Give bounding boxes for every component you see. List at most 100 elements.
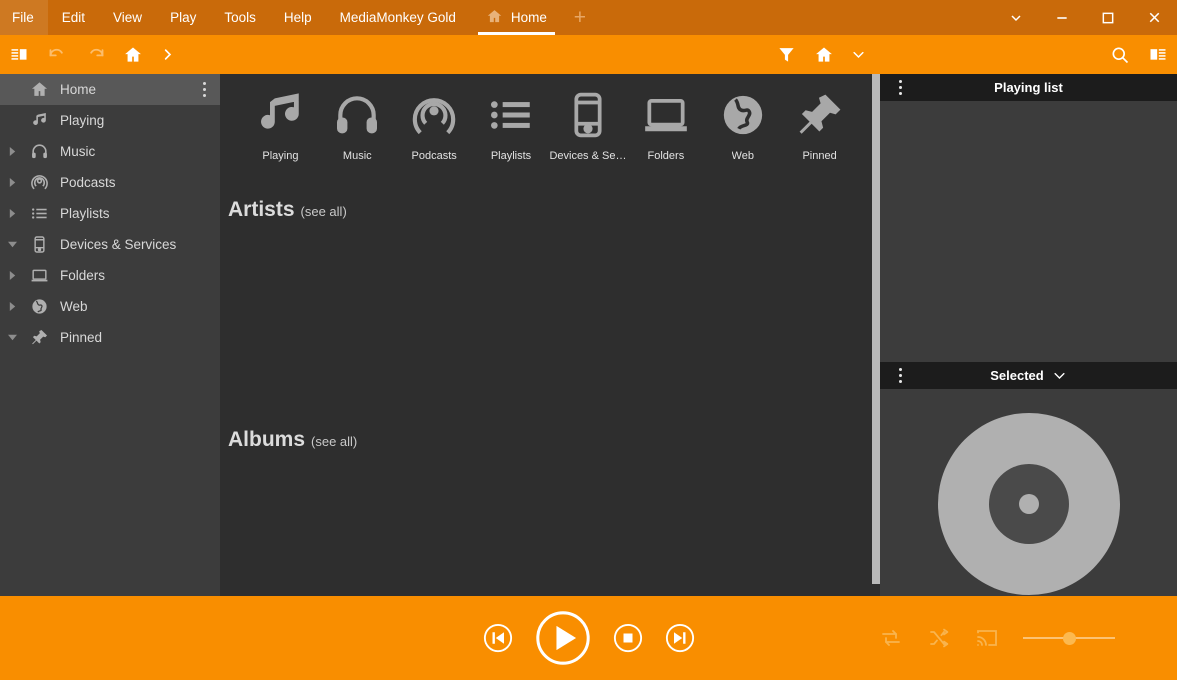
sidebar-item-folders[interactable]: Folders	[0, 260, 220, 291]
undo-icon[interactable]	[38, 35, 76, 74]
quick-access-tiles: Playing Music Podcasts	[220, 74, 880, 162]
artists-section-body	[220, 222, 880, 392]
sidebar-item-devices-services[interactable]: Devices & Services	[0, 229, 220, 260]
tile-label: Podcasts	[412, 150, 457, 162]
menu-mediamonkey-gold[interactable]: MediaMonkey Gold	[326, 0, 470, 35]
menu-help[interactable]: Help	[270, 0, 326, 35]
minimize-button[interactable]	[1039, 0, 1085, 35]
globe-icon	[718, 88, 768, 140]
sidebar-item-music[interactable]: Music	[0, 136, 220, 167]
redo-icon[interactable]	[76, 35, 114, 74]
phone-icon	[24, 229, 54, 260]
volume-slider[interactable]	[1023, 630, 1115, 646]
search-icon[interactable]	[1101, 35, 1139, 74]
tile-podcasts[interactable]: Podcasts	[396, 88, 473, 162]
playing-list-kebab-icon[interactable]	[892, 74, 908, 101]
menu-tools[interactable]: Tools	[210, 0, 270, 35]
tab-home[interactable]: Home	[470, 0, 563, 35]
albums-section-header: Albums (see all)	[220, 428, 880, 452]
tile-devices-services[interactable]: Devices & Ser…	[549, 88, 627, 162]
chevron-right-icon[interactable]	[0, 260, 24, 291]
menu-view[interactable]: View	[99, 0, 156, 35]
section-title: Artists	[228, 198, 295, 222]
chevron-down-icon[interactable]	[1052, 368, 1067, 383]
home-content-area: Playing Music Podcasts	[220, 74, 880, 596]
section-title: Albums	[228, 428, 305, 452]
shuffle-icon[interactable]	[927, 626, 951, 650]
vinyl-record-placeholder-icon	[938, 413, 1120, 600]
add-tab-button[interactable]: +	[563, 0, 597, 35]
tile-folders[interactable]: Folders	[627, 88, 704, 162]
tile-playlists[interactable]: Playlists	[473, 88, 550, 162]
tile-label: Playing	[262, 150, 298, 162]
filter-icon[interactable]	[767, 35, 805, 74]
artists-section-header: Artists (see all)	[220, 198, 880, 222]
chevron-right-icon[interactable]	[0, 167, 24, 198]
sidebar-item-web[interactable]: Web	[0, 291, 220, 322]
sidebar-item-label: Podcasts	[54, 175, 116, 190]
artists-see-all-link[interactable]: (see all)	[301, 204, 347, 219]
tile-pinned[interactable]: Pinned	[781, 88, 858, 162]
podcast-icon	[24, 167, 54, 198]
laptop-icon	[641, 88, 691, 140]
sidebar-item-playing[interactable]: Playing	[0, 105, 220, 136]
volume-thumb[interactable]	[1063, 632, 1076, 645]
previous-button[interactable]	[483, 623, 513, 653]
chevron-down-icon[interactable]	[0, 322, 24, 353]
sidebar-item-label: Music	[54, 144, 95, 159]
chevron-down-icon[interactable]	[0, 229, 24, 260]
chevron-right-icon[interactable]	[0, 136, 24, 167]
chevron-right-icon[interactable]	[152, 35, 182, 74]
close-button[interactable]	[1131, 0, 1177, 35]
selected-kebab-icon[interactable]	[892, 362, 908, 389]
tile-label: Playlists	[491, 150, 531, 162]
selected-header: Selected	[880, 362, 1177, 389]
tile-web[interactable]: Web	[704, 88, 781, 162]
scrollbar-thumb[interactable]	[872, 74, 880, 584]
cast-icon[interactable]	[975, 626, 999, 650]
sidebar-item-label: Folders	[54, 268, 105, 283]
music-note-icon	[255, 88, 305, 140]
chevron-down-icon[interactable]	[843, 35, 873, 74]
next-button[interactable]	[665, 623, 695, 653]
playing-list-header: Playing list	[880, 74, 1177, 101]
headphones-icon	[332, 88, 382, 140]
sidebar-item-label: Devices & Services	[54, 237, 176, 252]
navigation-sidebar: Home Playing Music	[0, 74, 220, 596]
expand-chevron-icon[interactable]	[993, 0, 1039, 35]
tile-label: Web	[732, 150, 754, 162]
sidebar-item-home[interactable]: Home	[0, 74, 220, 105]
maximize-button[interactable]	[1085, 0, 1131, 35]
sidebar-item-playlists[interactable]: Playlists	[0, 198, 220, 229]
pin-icon	[24, 322, 54, 353]
selected-body[interactable]	[880, 389, 1177, 623]
menu-edit[interactable]: Edit	[48, 0, 99, 35]
chevron-right-icon[interactable]	[0, 291, 24, 322]
menu-file[interactable]: File	[0, 0, 48, 35]
playing-list-body[interactable]	[880, 101, 1177, 362]
sidebar-home-kebab-icon[interactable]	[196, 74, 212, 105]
sidebar-item-podcasts[interactable]: Podcasts	[0, 167, 220, 198]
toolbar-home-right-icon[interactable]	[805, 35, 843, 74]
tile-label: Pinned	[802, 150, 836, 162]
stop-button[interactable]	[613, 623, 643, 653]
home-icon	[486, 8, 503, 28]
tile-label: Folders	[648, 150, 685, 162]
play-button[interactable]	[535, 610, 591, 666]
tile-playing[interactable]: Playing	[242, 88, 319, 162]
panel-toggle-icon[interactable]	[1139, 35, 1177, 74]
music-note-icon	[24, 105, 54, 136]
player-right-controls	[879, 596, 1115, 680]
menu-play[interactable]: Play	[156, 0, 210, 35]
mediamonkey-window: File Edit View Play Tools Help MediaMonk…	[0, 0, 1177, 680]
tile-music[interactable]: Music	[319, 88, 396, 162]
toolbar-home-icon[interactable]	[114, 35, 152, 74]
content-scrollbar[interactable]	[866, 74, 880, 596]
repeat-icon[interactable]	[879, 626, 903, 650]
menu-bar: File Edit View Play Tools Help MediaMonk…	[0, 0, 1177, 35]
chevron-right-icon[interactable]	[0, 198, 24, 229]
sidebar-item-pinned[interactable]: Pinned	[0, 322, 220, 353]
menubar-spacer	[597, 0, 993, 35]
albums-see-all-link[interactable]: (see all)	[311, 434, 357, 449]
sidebar-toggle-icon[interactable]	[0, 35, 38, 74]
